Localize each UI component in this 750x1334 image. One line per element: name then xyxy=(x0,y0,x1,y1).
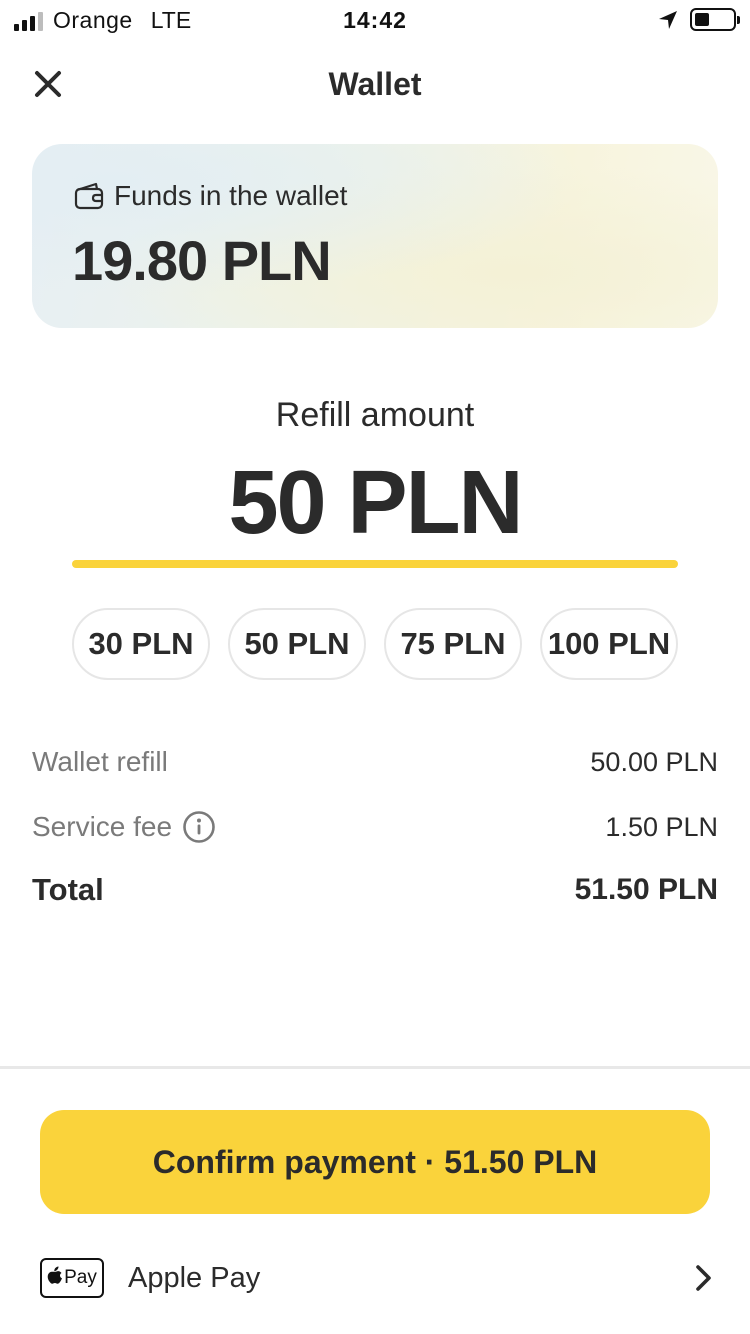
amount-chip-50[interactable]: 50 PLN xyxy=(228,608,366,680)
wallet-refill-value: 50.00 PLN xyxy=(590,746,718,777)
refill-amount-input[interactable]: 50 PLN xyxy=(0,452,750,555)
apple-pay-badge: Pay xyxy=(40,1258,104,1298)
refill-amount-underline xyxy=(72,560,678,568)
amount-chips: 30 PLN 50 PLN 75 PLN 100 PLN xyxy=(72,608,678,680)
page-title: Wallet xyxy=(328,66,422,102)
battery-fill xyxy=(695,13,709,26)
footer-divider xyxy=(0,1066,750,1069)
service-fee-label: Service fee xyxy=(32,811,173,842)
payment-method-label: Apple Pay xyxy=(128,1261,261,1294)
payment-method-selector[interactable]: Pay Apple Pay xyxy=(40,1256,716,1300)
total-label: Total xyxy=(32,872,104,907)
apple-logo-icon xyxy=(47,1266,63,1290)
apple-pay-badge-text: Pay xyxy=(64,1267,97,1288)
wallet-balance-card: Funds in the wallet 19.80 PLN xyxy=(32,144,718,328)
status-time: 14:42 xyxy=(343,7,407,33)
amount-chip-75[interactable]: 75 PLN xyxy=(384,608,522,680)
service-fee-label-group: Service fee xyxy=(32,810,216,844)
status-right xyxy=(658,8,740,31)
wallet-icon xyxy=(74,182,104,210)
status-bar: Orange LTE 14:42 xyxy=(0,0,750,40)
service-fee-row: Service fee 1.50 PLN xyxy=(32,810,718,844)
chevron-right-icon xyxy=(696,1265,711,1291)
funds-label: Funds in the wallet xyxy=(114,180,348,211)
service-fee-value: 1.50 PLN xyxy=(605,811,718,842)
wallet-refill-row: Wallet refill 50.00 PLN xyxy=(32,746,718,778)
location-arrow-icon xyxy=(659,10,677,29)
refill-amount-label: Refill amount xyxy=(275,396,475,434)
amount-chip-100[interactable]: 100 PLN xyxy=(540,608,678,680)
amount-chip-30[interactable]: 30 PLN xyxy=(72,608,210,680)
info-icon[interactable] xyxy=(182,810,216,844)
battery-icon xyxy=(690,8,740,31)
confirm-payment-button[interactable]: Confirm payment · 51.50 PLN xyxy=(40,1110,710,1214)
wallet-refill-label: Wallet refill xyxy=(32,746,168,777)
total-value: 51.50 PLN xyxy=(574,873,718,906)
funds-row: Funds in the wallet xyxy=(74,180,347,212)
header: Wallet xyxy=(0,52,750,116)
wallet-balance: 19.80 PLN xyxy=(72,229,332,292)
total-row: Total 51.50 PLN xyxy=(32,872,718,908)
